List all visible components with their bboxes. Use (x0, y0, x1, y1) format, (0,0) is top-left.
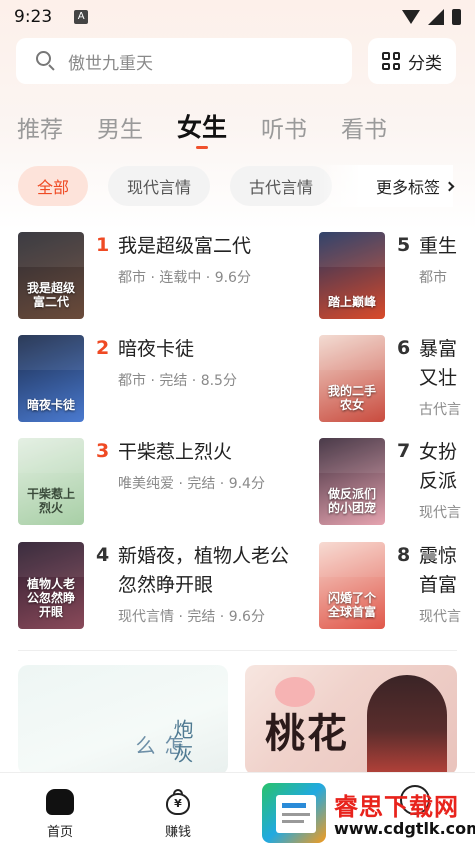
book-title: 我是超级富二代 (118, 235, 252, 257)
tab-recommend[interactable]: 推荐 (17, 110, 63, 144)
tab-female[interactable]: 女生 (177, 108, 227, 149)
book-title: 重生 (419, 235, 458, 257)
home-icon (46, 789, 74, 815)
category-label: 分类 (408, 53, 442, 74)
book-item[interactable]: 闪婚了个全球首富 8 震惊首富 现代言 (319, 542, 475, 629)
more-tags-button[interactable]: 更多标签 (358, 165, 455, 207)
book-item[interactable]: 做反派们的小团宠 7 女扮反派 现代言 (319, 438, 475, 525)
tag-all[interactable]: 全部 (18, 166, 89, 206)
active-tab-indicator (196, 146, 208, 149)
nav-label: 首页 (46, 825, 73, 840)
book-meta: 唯美纯爱 · 完结 · 9.4分 (118, 476, 265, 492)
promo-banner-right[interactable]: 桃花 (245, 665, 457, 775)
book-cover: 暗夜卡徒 (18, 335, 84, 422)
tag-filter-row: 全部 现代言情 古代言情 更多标签 (18, 165, 475, 207)
nav-label: 赚钱 (164, 825, 191, 840)
wifi-icon (402, 10, 420, 24)
rank-number: 6 (397, 337, 411, 359)
status-indicators (402, 9, 461, 25)
book-title: 暗夜卡徒 (118, 338, 195, 360)
rank-number: 4 (96, 544, 110, 566)
book-cover: 闪婚了个全球首富 (319, 542, 385, 629)
book-title: 暴富又壮 (419, 338, 458, 389)
book-cover: 植物人老公忽然睁开眼 (18, 542, 84, 629)
rank-number: 2 (96, 337, 110, 359)
chevron-right-icon (444, 181, 455, 191)
tab-audiobook[interactable]: 听书 (261, 110, 307, 144)
tag-modern-romance[interactable]: 现代言情 (108, 166, 211, 206)
nav-earn[interactable]: ¥ 赚钱 (138, 789, 218, 840)
book-cover: 我是超级富二代 (18, 232, 84, 319)
section-divider (18, 650, 457, 651)
book-title: 新婚夜，植物人老公忽然睁开眼 (118, 545, 290, 596)
battery-icon (452, 9, 461, 25)
book-meta: 现代言 (419, 609, 461, 625)
book-meta: 都市 · 连载中 · 9.6分 (118, 270, 251, 286)
tab-read[interactable]: 看书 (341, 110, 387, 144)
character-illustration (367, 675, 447, 775)
watermark-logo-icon (262, 783, 326, 843)
more-tags-label: 更多标签 (376, 178, 441, 197)
book-item[interactable]: 干柴惹上烈火 3 干柴惹上烈火 唯美纯爱 · 完结 · 9.4分 (18, 438, 296, 525)
status-time: 9:23 (14, 7, 53, 27)
category-button[interactable]: 分类 (368, 38, 456, 84)
book-cover: 我的二手农女 (319, 335, 385, 422)
banner-text: 炮灰 (170, 719, 194, 767)
signal-icon (428, 9, 444, 25)
banner-title: 桃花 (265, 710, 349, 757)
search-placeholder: 傲世九重天 (68, 53, 153, 74)
book-item[interactable]: 踏上巅峰 5 重生 都市 (319, 232, 475, 319)
rank-number: 5 (397, 234, 411, 256)
channel-tabs: 推荐 男生 女生 听书 看书 (17, 108, 421, 149)
book-title: 干柴惹上烈火 (118, 441, 233, 463)
status-bar: 9:23 A (0, 0, 475, 34)
book-item[interactable]: 我是超级富二代 1 我是超级富二代 都市 · 连载中 · 9.6分 (18, 232, 296, 319)
rank-number: 8 (397, 544, 411, 566)
search-icon (36, 51, 56, 71)
watermark-url: www.cdgtlk.com (334, 819, 475, 838)
book-meta: 都市 · 完结 · 8.5分 (118, 373, 237, 389)
book-cover: 做反派们的小团宠 (319, 438, 385, 525)
book-meta: 古代言 (419, 402, 461, 418)
promo-banner-left[interactable]: 怎么 炮灰 (18, 665, 228, 775)
book-cover: 踏上巅峰 (319, 232, 385, 319)
book-meta: 现代言情 · 完结 · 9.6分 (118, 609, 265, 625)
search-input[interactable]: 傲世九重天 (16, 38, 352, 84)
tab-male[interactable]: 男生 (97, 110, 143, 144)
grid-icon (382, 52, 400, 70)
book-item[interactable]: 暗夜卡徒 2 暗夜卡徒 都市 · 完结 · 8.5分 (18, 335, 296, 422)
book-meta: 都市 (419, 270, 447, 286)
notification-icon: A (74, 10, 89, 24)
watermark-title: 睿思下载网 (334, 793, 459, 821)
rank-number: 1 (96, 234, 110, 256)
tag-ancient-romance[interactable]: 古代言情 (230, 166, 333, 206)
book-item[interactable]: 植物人老公忽然睁开眼 4 新婚夜，植物人老公忽然睁开眼 现代言情 · 完结 · … (18, 542, 296, 629)
nav-home[interactable]: 首页 (20, 789, 100, 840)
book-title: 震惊首富 (419, 545, 458, 596)
rank-number: 3 (96, 440, 110, 462)
watermark: 睿思下载网 www.cdgtlk.com (262, 783, 475, 844)
book-title: 女扮反派 (419, 441, 458, 492)
book-item[interactable]: 我的二手农女 6 暴富又壮 古代言 (319, 335, 475, 422)
book-cover: 干柴惹上烈火 (18, 438, 84, 525)
rank-number: 7 (397, 440, 411, 462)
money-bag-icon: ¥ (164, 789, 192, 815)
book-meta: 现代言 (419, 505, 461, 521)
